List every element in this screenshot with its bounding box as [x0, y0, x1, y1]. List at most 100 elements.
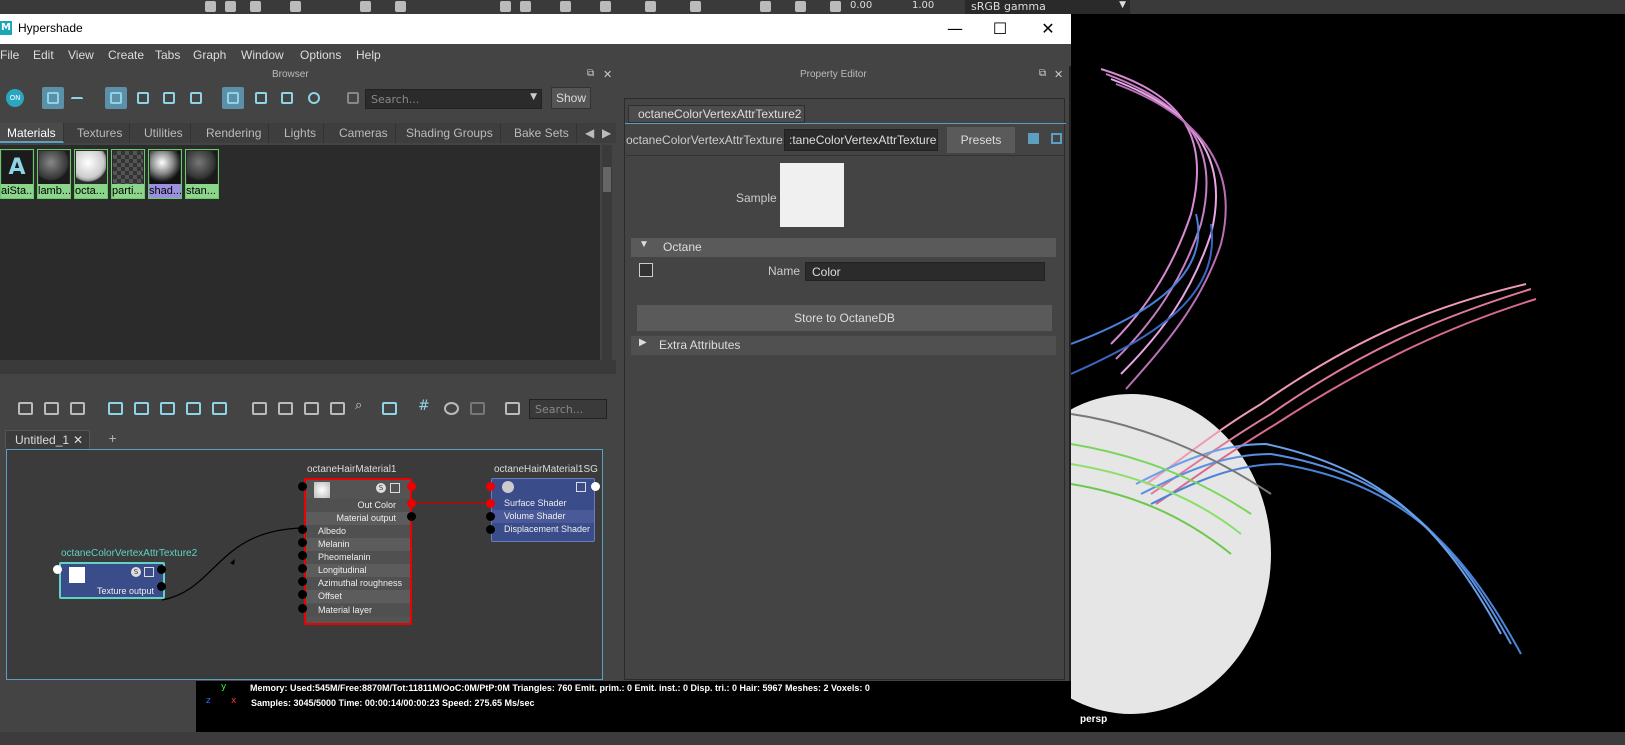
name-input[interactable]: Color [805, 262, 1045, 281]
node-vertex-texture[interactable]: S Texture output [59, 562, 165, 599]
volume-shader-port[interactable] [486, 512, 495, 521]
connection-icon[interactable] [444, 402, 459, 415]
small-icons-icon[interactable] [105, 87, 127, 109]
menu-help[interactable]: Help [356, 48, 381, 62]
frame-selected-icon[interactable] [134, 402, 149, 415]
viewport-3d[interactable] [1071, 14, 1625, 732]
close-panel-icon[interactable]: ✕ [603, 68, 612, 81]
float-icon[interactable]: ⧉ [1039, 68, 1046, 79]
tool-icon[interactable] [360, 1, 371, 12]
tab-untitled-1[interactable]: Untitled_1 ✕ [5, 430, 90, 449]
exposure-value[interactable]: 0.00 [850, 0, 872, 11]
tab-utilities[interactable]: Utilities [137, 123, 191, 143]
simple-mode-icon[interactable] [252, 402, 267, 415]
filter-icon[interactable] [342, 87, 364, 109]
tool-icon[interactable] [645, 1, 656, 12]
store-to-octanedb-button[interactable]: Store to OctaneDB [637, 305, 1052, 331]
swatch-shader-glow[interactable]: shad... [148, 149, 182, 199]
node-attr-icon[interactable] [576, 482, 586, 492]
pin-icon[interactable] [505, 402, 520, 415]
full-mode-icon[interactable] [304, 402, 319, 415]
grid-icon[interactable]: # [418, 398, 430, 414]
sort-type-icon[interactable] [250, 87, 272, 109]
graph-io-icon[interactable] [44, 402, 59, 415]
menu-create[interactable]: Create [108, 48, 144, 62]
node-graph-canvas[interactable]: octaneColorVertexAttrTexture2 S Texture … [6, 449, 603, 680]
tool-icon[interactable] [250, 1, 261, 12]
menu-file[interactable]: File [0, 48, 19, 62]
tab-scroll-right-icon[interactable]: ▶ [600, 123, 613, 143]
tool-icon[interactable] [395, 1, 406, 12]
close-icon[interactable]: ✕ [1033, 18, 1063, 40]
minimize-icon[interactable]: — [940, 18, 970, 40]
swatch-toggle-icon[interactable] [382, 402, 397, 415]
swatch-standard-surface[interactable]: stan... [185, 149, 219, 199]
graph-input-icon[interactable] [18, 402, 33, 415]
node-mode-icon[interactable]: S [131, 567, 141, 577]
input-port[interactable] [486, 482, 495, 491]
tab-bake-sets[interactable]: Bake Sets [507, 123, 577, 143]
material-layer-port[interactable] [298, 604, 307, 613]
tool-icon[interactable] [760, 1, 771, 12]
frame-all-icon[interactable] [108, 402, 123, 415]
sample-swatch[interactable] [780, 163, 844, 227]
tool-icon[interactable] [795, 1, 806, 12]
pheomelanin-port[interactable] [298, 551, 307, 560]
tab-cameras[interactable]: Cameras [332, 123, 396, 143]
xlarge-icons-icon[interactable] [185, 87, 207, 109]
swatch-octane[interactable]: octa... [74, 149, 108, 199]
tab-materials[interactable]: Materials [0, 123, 64, 143]
tool-icon[interactable] [205, 1, 216, 12]
graph-output-icon[interactable] [70, 402, 85, 415]
show-button[interactable]: Show [551, 87, 591, 109]
material-output-port[interactable] [407, 512, 416, 521]
node-attr-icon[interactable] [144, 567, 154, 577]
tab-rendering[interactable]: Rendering [199, 123, 270, 143]
node-hair-material[interactable]: S Out Color Material output Albedo Melan… [304, 478, 412, 625]
custom-mode-icon[interactable] [330, 402, 345, 415]
texture-output-port[interactable] [157, 582, 166, 591]
close-tab-icon[interactable]: ✕ [73, 433, 83, 447]
snap-icon[interactable] [470, 402, 485, 415]
surface-shader-port[interactable] [486, 499, 495, 508]
extra-attributes-header[interactable]: ▶ Extra Attributes [631, 336, 1056, 355]
tool-icon[interactable] [290, 1, 301, 12]
tool-icon[interactable] [225, 1, 236, 12]
tab-shading-groups[interactable]: Shading Groups [399, 123, 501, 143]
browser-search-input[interactable]: Search... ▼ [365, 89, 542, 109]
tool-icon[interactable] [600, 1, 611, 12]
copy-tab-icon[interactable] [1051, 133, 1062, 144]
on-toggle-icon[interactable]: ON [6, 89, 24, 107]
swatch-lambert[interactable]: lamb... [37, 149, 71, 199]
view-swatch-icon[interactable] [42, 87, 64, 109]
node-title-vertex-texture[interactable]: octaneColorVertexAttrTexture2 [61, 548, 197, 559]
sort-name-icon[interactable] [222, 87, 244, 109]
layout-columns-icon[interactable] [186, 402, 201, 415]
map-button-icon[interactable] [639, 263, 653, 277]
menu-tabs[interactable]: Tabs [155, 48, 180, 62]
scrollbar[interactable] [602, 145, 612, 360]
add-tab-button[interactable]: + [108, 432, 117, 445]
maximize-icon[interactable]: ☐ [985, 18, 1015, 40]
focus-icon[interactable] [1028, 133, 1039, 144]
menu-options[interactable]: Options [300, 48, 341, 62]
tab-scroll-left-icon[interactable]: ◀ [583, 123, 596, 143]
menu-graph[interactable]: Graph [193, 48, 226, 62]
displacement-shader-port[interactable] [486, 525, 495, 534]
reverse-order-icon[interactable] [303, 87, 325, 109]
octane-section-header[interactable]: ▼ Octane [631, 238, 1056, 257]
large-icons-icon[interactable] [158, 87, 180, 109]
layout-icon[interactable] [160, 402, 175, 415]
offset-port[interactable] [298, 590, 307, 599]
swatch-particle[interactable]: parti... [111, 149, 145, 199]
sort-time-icon[interactable] [276, 87, 298, 109]
out-color-port[interactable] [407, 499, 416, 508]
tab-lights[interactable]: Lights [277, 123, 325, 143]
output-port[interactable] [591, 482, 600, 491]
tool-icon[interactable] [500, 1, 511, 12]
node-name-input[interactable]: :taneColorVertexAttrTexture2 [784, 129, 938, 151]
input-port[interactable] [298, 482, 307, 491]
node-mode-icon[interactable]: S [376, 483, 386, 493]
float-icon[interactable]: ⧉ [587, 68, 594, 79]
graph-search-input[interactable]: Search... [529, 399, 607, 419]
